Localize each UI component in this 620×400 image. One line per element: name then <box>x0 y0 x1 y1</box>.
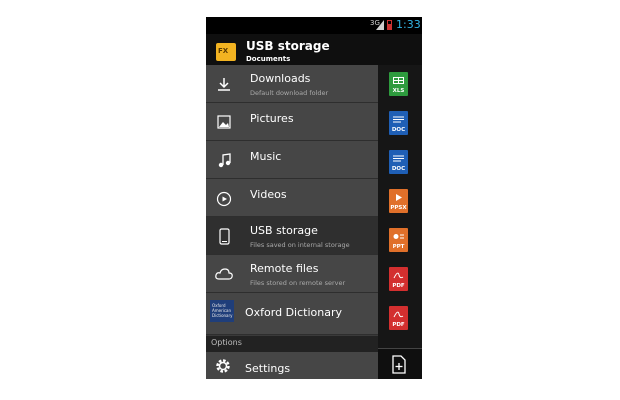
image-icon <box>217 115 231 129</box>
file-type-label: PPT <box>392 244 405 250</box>
drawer-item-label: USB storage <box>250 224 318 237</box>
acrobat-glyph <box>393 311 404 318</box>
drawer-item-remote-files[interactable]: Remote files Files stored on remote serv… <box>206 255 378 293</box>
drawer-item-description: Default download folder <box>250 89 329 97</box>
new-file-button[interactable] <box>378 348 422 379</box>
drawer-item-usb-storage[interactable]: USB storage Files saved on internal stor… <box>206 217 378 255</box>
battery-icon <box>387 20 392 30</box>
ppsx-file-icon[interactable]: PPSX <box>389 189 408 213</box>
drawer-item-label: Videos <box>250 188 287 201</box>
phone-icon <box>219 228 230 245</box>
app-icon[interactable]: FX <box>216 43 236 61</box>
options-header: Options <box>206 336 378 352</box>
drawer-item-label: Oxford Dictionary <box>245 306 342 319</box>
signal-icon <box>376 20 384 30</box>
presentation-glyph <box>393 234 404 239</box>
file-type-label: XLS <box>392 88 405 94</box>
settings-label: Settings <box>245 362 291 375</box>
file-type-label: PDF <box>392 283 405 289</box>
phone-screen: 3G 1:33 FX USB storage Documents Downloa… <box>206 17 422 379</box>
doc-file-icon[interactable]: DOC <box>389 150 408 174</box>
oxford-icon-text: Oxford American Dictionary <box>212 303 233 318</box>
gear-icon <box>216 359 230 373</box>
drawer-item-downloads[interactable]: Downloads Default download folder <box>206 65 378 103</box>
drawer-item-videos[interactable]: Videos <box>206 179 378 217</box>
oxford-dictionary-icon: Oxford American Dictionary <box>210 300 234 322</box>
app-icon-label: FX <box>218 47 229 55</box>
doc-file-icon[interactable]: DOC <box>389 111 408 135</box>
drawer-item-settings[interactable]: Settings <box>206 352 378 379</box>
navigation-drawer: Downloads Default download folder Pictur… <box>206 65 378 379</box>
pdf-file-icon[interactable]: PDF <box>389 267 408 291</box>
drawer-item-description: Files saved on internal storage <box>250 241 350 249</box>
drawer-item-label: Music <box>250 150 282 163</box>
file-list: XLS DOC DOC PPSX PPT PDF PDF <box>378 65 422 379</box>
play-circle-icon <box>216 191 232 207</box>
pdf-file-icon[interactable]: PDF <box>389 306 408 330</box>
new-file-icon <box>392 355 406 374</box>
document-glyph <box>393 155 404 162</box>
music-note-icon <box>218 153 231 168</box>
status-bar: 3G 1:33 <box>206 17 422 34</box>
drawer-item-label: Pictures <box>250 112 294 125</box>
drawer-item-label: Downloads <box>250 72 311 85</box>
file-type-label: PPSX <box>390 205 407 211</box>
download-icon <box>218 78 230 91</box>
document-glyph <box>393 116 404 123</box>
drawer-item-pictures[interactable]: Pictures <box>206 103 378 141</box>
file-type-label: DOC <box>391 166 406 172</box>
action-bar-subtitle: Documents <box>246 55 291 63</box>
action-bar-title: USB storage <box>246 39 330 53</box>
drawer-item-label: Remote files <box>250 262 319 275</box>
spreadsheet-glyph <box>393 77 404 84</box>
file-type-label: PDF <box>392 322 405 328</box>
drawer-item-music[interactable]: Music <box>206 141 378 179</box>
play-glyph <box>396 194 402 201</box>
xls-file-icon[interactable]: XLS <box>389 72 408 96</box>
acrobat-glyph <box>393 272 404 279</box>
file-type-label: DOC <box>391 127 406 133</box>
drawer-item-description: Files stored on remote server <box>250 279 346 287</box>
clock: 1:33 <box>396 18 421 31</box>
options-header-label: Options <box>211 338 242 347</box>
drawer-item-oxford-dictionary[interactable]: Oxford American Dictionary Oxford Dictio… <box>206 293 378 335</box>
ppt-file-icon[interactable]: PPT <box>389 228 408 252</box>
cloud-icon <box>215 268 233 280</box>
